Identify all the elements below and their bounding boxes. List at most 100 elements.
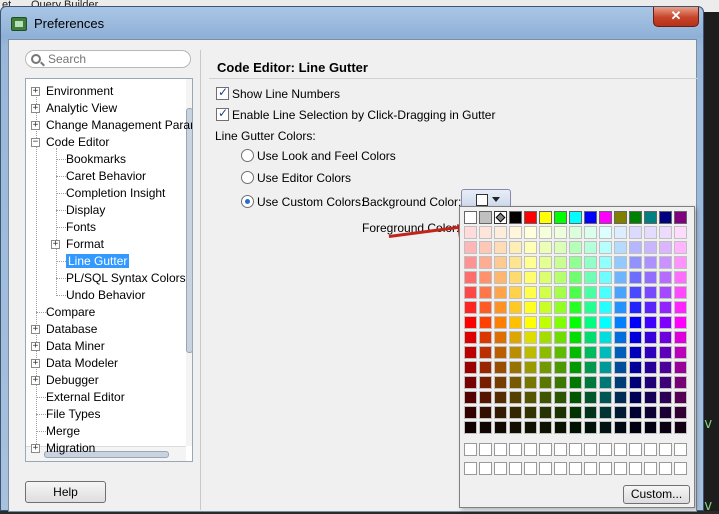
color-swatch[interactable] <box>659 286 672 299</box>
color-swatch[interactable] <box>599 331 612 344</box>
tree-expander-icon[interactable]: + <box>31 342 40 351</box>
color-swatch[interactable] <box>539 271 552 284</box>
color-swatch[interactable] <box>629 406 642 419</box>
recent-color-swatch[interactable] <box>569 462 582 475</box>
recent-color-swatch[interactable] <box>569 443 582 456</box>
color-swatch[interactable] <box>569 361 582 374</box>
tree-item[interactable]: Data Miner <box>46 338 105 355</box>
recent-color-swatch[interactable] <box>674 443 687 456</box>
color-swatch[interactable] <box>674 256 687 269</box>
color-swatch[interactable] <box>494 211 507 224</box>
color-swatch[interactable] <box>554 316 567 329</box>
color-swatch[interactable] <box>659 256 672 269</box>
color-swatch[interactable] <box>479 406 492 419</box>
tree-item[interactable]: Environment <box>46 83 113 100</box>
color-swatch[interactable] <box>644 286 657 299</box>
color-swatch[interactable] <box>539 376 552 389</box>
color-swatch[interactable] <box>509 316 522 329</box>
color-swatch[interactable] <box>554 211 567 224</box>
color-swatch[interactable] <box>554 301 567 314</box>
color-swatch[interactable] <box>524 361 537 374</box>
color-swatch[interactable] <box>674 316 687 329</box>
color-swatch[interactable] <box>659 316 672 329</box>
color-swatch[interactable] <box>569 406 582 419</box>
color-swatch[interactable] <box>599 346 612 359</box>
color-swatch[interactable] <box>659 271 672 284</box>
recent-color-swatch[interactable] <box>509 462 522 475</box>
color-swatch[interactable] <box>539 346 552 359</box>
help-button[interactable]: Help <box>25 481 106 503</box>
tree-item[interactable]: Migration <box>46 440 95 457</box>
color-swatch[interactable] <box>479 226 492 239</box>
color-grid[interactable] <box>464 211 689 436</box>
color-swatch[interactable] <box>629 301 642 314</box>
color-swatch[interactable] <box>569 391 582 404</box>
color-swatch[interactable] <box>674 241 687 254</box>
color-swatch[interactable] <box>569 226 582 239</box>
color-swatch[interactable] <box>584 241 597 254</box>
color-swatch[interactable] <box>539 421 552 434</box>
color-swatch[interactable] <box>629 376 642 389</box>
tree-expander-icon[interactable]: + <box>31 359 40 368</box>
tree-item[interactable]: Analytic View <box>46 100 117 117</box>
color-swatch[interactable] <box>644 391 657 404</box>
color-swatch[interactable] <box>584 211 597 224</box>
tree-expander-icon[interactable]: + <box>31 87 40 96</box>
color-swatch[interactable] <box>644 241 657 254</box>
tree-item[interactable]: Fonts <box>66 219 96 236</box>
custom-colors-label[interactable]: Use Custom Colors: <box>257 195 364 209</box>
color-swatch[interactable] <box>494 301 507 314</box>
tree-vertical-scrollbar[interactable] <box>186 79 192 446</box>
color-swatch[interactable] <box>509 421 522 434</box>
color-swatch[interactable] <box>464 226 477 239</box>
search-box[interactable] <box>25 50 191 68</box>
color-swatch[interactable] <box>509 361 522 374</box>
color-swatch[interactable] <box>554 226 567 239</box>
color-swatch[interactable] <box>599 391 612 404</box>
enable-line-selection-label[interactable]: Enable Line Selection by Click-Dragging … <box>232 108 495 122</box>
color-swatch[interactable] <box>569 211 582 224</box>
color-swatch[interactable] <box>524 421 537 434</box>
color-swatch[interactable] <box>659 406 672 419</box>
custom-colors-radio[interactable] <box>241 195 254 208</box>
color-swatch[interactable] <box>584 271 597 284</box>
color-swatch[interactable] <box>614 376 627 389</box>
color-swatch[interactable] <box>644 211 657 224</box>
color-swatch[interactable] <box>569 241 582 254</box>
color-swatch[interactable] <box>569 286 582 299</box>
color-swatch[interactable] <box>644 361 657 374</box>
color-swatch[interactable] <box>494 226 507 239</box>
tree-item[interactable]: Merge <box>46 423 80 440</box>
color-swatch[interactable] <box>614 271 627 284</box>
color-swatch[interactable] <box>509 211 522 224</box>
color-swatch[interactable] <box>674 361 687 374</box>
color-swatch[interactable] <box>674 286 687 299</box>
recent-color-swatch[interactable] <box>614 443 627 456</box>
color-swatch[interactable] <box>524 211 537 224</box>
color-swatch[interactable] <box>494 241 507 254</box>
color-swatch[interactable] <box>614 226 627 239</box>
color-swatch[interactable] <box>494 361 507 374</box>
color-swatch[interactable] <box>599 421 612 434</box>
color-swatch[interactable] <box>494 406 507 419</box>
look-and-feel-radio[interactable] <box>241 149 254 162</box>
tree-item[interactable]: Bookmarks <box>66 151 126 168</box>
recent-color-swatch[interactable] <box>629 443 642 456</box>
color-swatch[interactable] <box>524 226 537 239</box>
color-swatch[interactable] <box>584 391 597 404</box>
color-swatch[interactable] <box>494 316 507 329</box>
color-swatch[interactable] <box>554 331 567 344</box>
color-swatch[interactable] <box>539 256 552 269</box>
color-swatch[interactable] <box>479 391 492 404</box>
color-swatch[interactable] <box>464 301 477 314</box>
color-swatch[interactable] <box>539 406 552 419</box>
color-swatch[interactable] <box>569 421 582 434</box>
color-swatch[interactable] <box>599 241 612 254</box>
color-swatch[interactable] <box>509 331 522 344</box>
color-swatch[interactable] <box>674 331 687 344</box>
color-swatch[interactable] <box>674 301 687 314</box>
color-swatch[interactable] <box>569 271 582 284</box>
color-swatch[interactable] <box>494 421 507 434</box>
color-swatch[interactable] <box>494 271 507 284</box>
color-swatch[interactable] <box>629 421 642 434</box>
